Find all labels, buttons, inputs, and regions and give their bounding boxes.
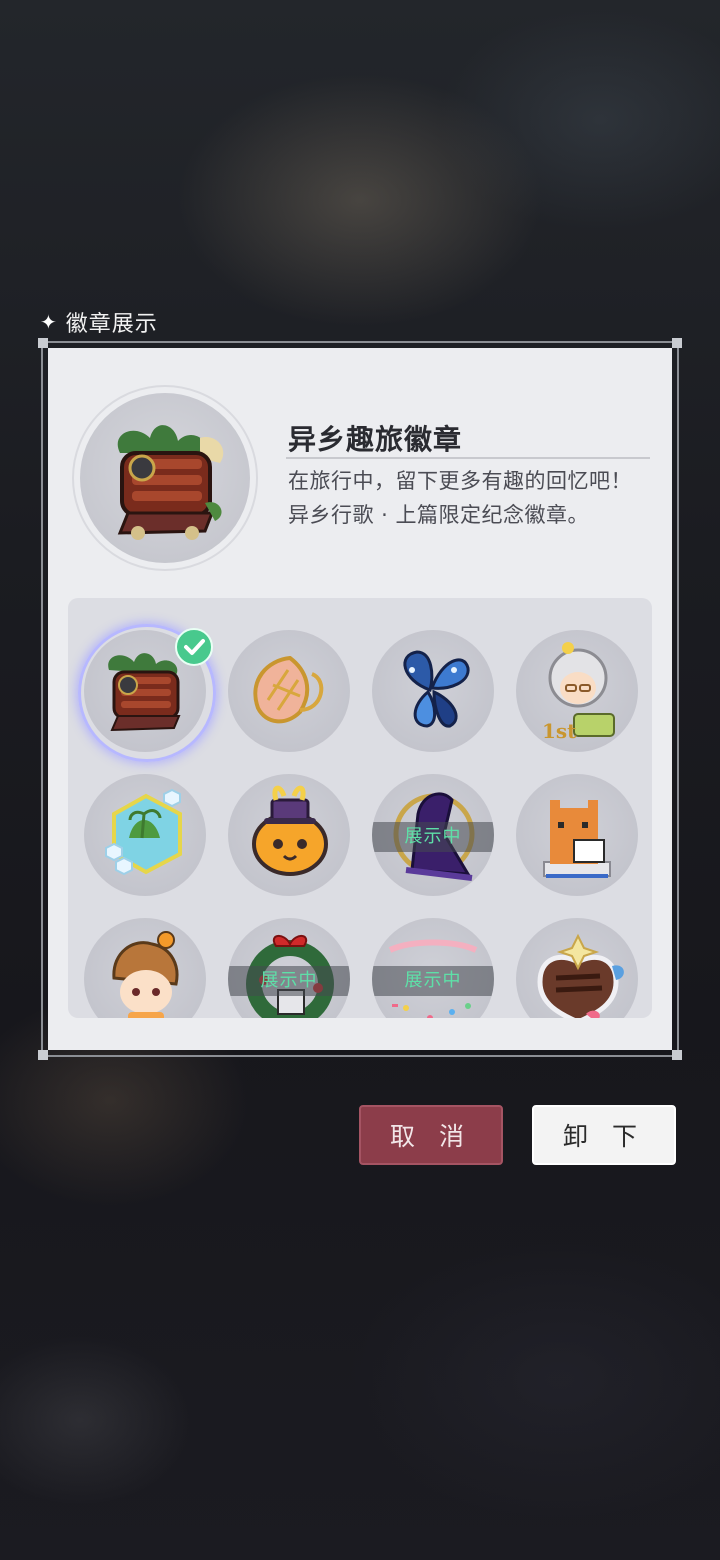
badge-slot-chibi-boy[interactable]	[84, 918, 206, 1018]
frame-corner	[38, 1050, 48, 1060]
train-badge-icon	[117, 425, 224, 540]
frame-corner	[38, 338, 48, 348]
showing-label: 展示中	[372, 822, 494, 852]
showing-label: 展示中	[372, 966, 494, 996]
pixel-cat-badge-icon	[543, 800, 611, 878]
badge-slot-island-cube[interactable]	[84, 774, 206, 896]
svg-text:1st: 1st	[542, 719, 577, 743]
showing-label: 展示中	[228, 966, 350, 996]
badge-slot-blue-butterfly[interactable]	[372, 630, 494, 752]
featured-badge	[80, 393, 250, 563]
badge-slot-purple-hat[interactable]: 展示中	[372, 774, 494, 896]
badge-slot-2021[interactable]: 展示中	[372, 918, 494, 1018]
badge-slot-chibi-1st[interactable]: 1st	[516, 630, 638, 752]
island-badge-icon	[105, 788, 182, 876]
section-title-label: 徽章展示	[65, 312, 158, 337]
butterfly-badge-icon	[403, 650, 470, 728]
chibi-badge-icon: 1st	[542, 642, 615, 743]
checkmark-glyph	[184, 639, 205, 655]
divider	[286, 457, 650, 459]
chibi-boy-badge-icon	[112, 931, 179, 1018]
frame-corner	[672, 1050, 682, 1060]
badge-slot-chocolate-cake[interactable]	[516, 918, 638, 1018]
section-title: ✦ 徽章展示	[40, 306, 158, 338]
badge-slot-pixel-cat[interactable]	[516, 774, 638, 896]
leaf-badge-icon	[253, 655, 324, 724]
cake-badge-icon	[537, 933, 624, 1018]
badge-title: 异乡趣旅徽章	[288, 423, 463, 456]
sparkle-icon: ✦	[40, 310, 58, 334]
badge-slot-leaf[interactable]	[228, 630, 350, 752]
badge-slot-orange-bunny[interactable]	[228, 774, 350, 896]
frame-corner	[672, 338, 682, 348]
check-icon	[175, 628, 213, 666]
remove-button[interactable]: 卸 下	[532, 1105, 676, 1165]
badge-description: 在旅行中，留下更多有趣的回忆吧！异乡行歌 · 上篇限定纪念徽章。	[288, 469, 632, 527]
cancel-button[interactable]: 取 消	[359, 1105, 503, 1165]
badge-slot-christmas-wreath[interactable]: 展示中	[228, 918, 350, 1018]
bunny-badge-icon	[252, 785, 328, 876]
